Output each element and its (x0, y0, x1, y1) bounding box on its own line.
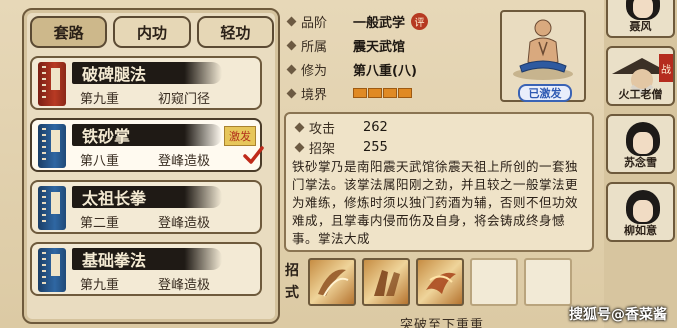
move-slot-1[interactable] (308, 258, 356, 306)
skill-name: 破碑腿法 (72, 62, 222, 84)
character-card-niefeng[interactable]: 聂风 (606, 0, 675, 38)
attack-row: 攻击 262 (294, 118, 388, 137)
character-face (633, 200, 653, 222)
technique-portrait: 已激发 (500, 10, 586, 102)
moves-label-top: 招 (285, 263, 299, 279)
attack-label: 攻击 (309, 121, 336, 137)
sect-value: 震天武馆 (353, 39, 406, 55)
character-card-sunianxue[interactable]: 苏念雪 (606, 114, 675, 174)
move-slot-4[interactable] (470, 258, 518, 306)
move-slot-2[interactable] (362, 258, 410, 306)
character-rail: 聂风 战 火工老僧 苏念雪 柳如意 (604, 0, 677, 328)
skill-level: 第八重 (80, 154, 120, 169)
skill-level: 第九重 (80, 92, 120, 107)
red-book-icon (38, 62, 66, 106)
skill-name: 铁砂掌 (72, 124, 222, 146)
grade-label: 品阶 (301, 15, 328, 31)
moves-label-bottom: 式 (285, 285, 299, 301)
skill-name: 基础拳法 (72, 248, 222, 270)
moves-label: 招 式 (282, 254, 302, 310)
activated-status: 已激发 (518, 84, 572, 102)
skill-stage: 初窥门径 (158, 92, 211, 107)
activated-badge: 激发 (224, 126, 256, 146)
realm-segment (398, 88, 412, 98)
move-slot-3[interactable] (416, 258, 464, 306)
realm-label: 境界 (301, 87, 328, 103)
diamond-bullet-icon (286, 40, 297, 50)
tab-lightness[interactable]: 轻功 (196, 16, 274, 48)
skill-stage: 登峰造极 (158, 216, 211, 231)
breakthrough-button[interactable]: 突破至下重重 (342, 314, 542, 328)
skill-stage: 登峰造极 (158, 278, 211, 293)
cultivation-row: 修为 第八重(八) (286, 58, 417, 80)
parry-label: 招架 (309, 141, 336, 157)
check-icon (243, 146, 264, 164)
character-name: 聂风 (629, 20, 652, 33)
skill-card-taizu[interactable]: 太祖长拳 第二重 登峰造极 (30, 180, 262, 234)
tab-inner-kungfu[interactable]: 内功 (113, 16, 191, 48)
move-slot-5[interactable] (524, 258, 572, 306)
skill-detail-panel: 品阶 一般武学 评 所属 震天武馆 修为 第八重(八) 境界 已激发 攻击 26… (282, 2, 600, 328)
palm-strike-icon (374, 270, 400, 296)
attack-value: 262 (363, 119, 388, 135)
diamond-bullet-icon (286, 88, 297, 98)
sect-label: 所属 (301, 39, 328, 55)
rating-badge[interactable]: 评 (411, 12, 429, 30)
realm-progress-bar (353, 88, 412, 98)
skill-list: 破碑腿法 第九重 初窥门径 铁砂掌 激发 第八重 登峰造极 太祖长拳 第二重 登… (30, 56, 274, 304)
character-card-liuruyi[interactable]: 柳如意 (606, 182, 675, 242)
sect-row: 所属 震天武馆 (286, 34, 406, 56)
skill-list-panel: 套路 内功 轻功 破碑腿法 第九重 初窥门径 铁砂掌 激发 第八重 登峰造极 太… (22, 8, 280, 324)
cultivation-value: 第八重(八) (353, 63, 417, 79)
realm-segment (368, 88, 382, 98)
cultivation-label: 修为 (301, 63, 328, 79)
skill-card-tieshazhang[interactable]: 铁砂掌 激发 第八重 登峰造极 (30, 118, 264, 172)
meditating-monk-icon (513, 19, 573, 80)
game-screen: 套路 内功 轻功 破碑腿法 第九重 初窥门径 铁砂掌 激发 第八重 登峰造极 太… (0, 0, 677, 328)
skill-level: 第二重 (80, 216, 120, 231)
skill-level: 第九重 (80, 278, 120, 293)
skill-card-jichu[interactable]: 基础拳法 第九重 登峰造极 (30, 242, 262, 296)
realm-row: 境界 (286, 82, 412, 104)
watermark-text: 搜狐号@香菜酱 (569, 307, 667, 323)
skill-category-tabs: 套路 内功 轻功 (30, 16, 274, 50)
palm-strike-icon (318, 269, 349, 297)
diamond-bullet-icon (286, 64, 297, 74)
grade-row: 品阶 一般武学 评 (286, 10, 429, 32)
character-name: 苏念雪 (624, 156, 657, 169)
diamond-bullet-icon (286, 16, 297, 26)
character-name: 柳如意 (624, 224, 657, 237)
battle-tag: 战 (659, 54, 673, 82)
character-face (633, 132, 653, 154)
character-face (633, 0, 653, 18)
blue-book-icon (38, 186, 66, 230)
realm-segment (383, 88, 397, 98)
parry-row: 招架 255 (294, 138, 388, 157)
skill-stage: 登峰造极 (158, 154, 211, 169)
skill-card-pobei[interactable]: 破碑腿法 第九重 初窥门径 (30, 56, 262, 110)
blue-book-icon (38, 248, 66, 292)
flame-palm-icon (426, 272, 456, 294)
blue-book-icon (38, 124, 66, 168)
realm-segment (353, 88, 367, 98)
diamond-bullet-icon (294, 142, 305, 152)
parry-value: 255 (363, 139, 388, 155)
stats-description-box: 攻击 262 招架 255 铁砂掌乃是南阳震天武馆徐震天祖上所创的一套独门掌法。… (284, 112, 594, 252)
character-card-huogong[interactable]: 战 火工老僧 (606, 46, 675, 106)
character-name: 火工老僧 (618, 88, 663, 101)
grade-value: 一般武学 (353, 15, 406, 31)
tab-routines[interactable]: 套路 (30, 16, 108, 48)
skill-description: 铁砂掌乃是南阳震天武馆徐震天祖上所创的一套独门掌法。该掌法属阳刚之劲，并且较之一… (292, 159, 579, 246)
skill-name: 太祖长拳 (72, 186, 222, 208)
diamond-bullet-icon (294, 122, 305, 132)
